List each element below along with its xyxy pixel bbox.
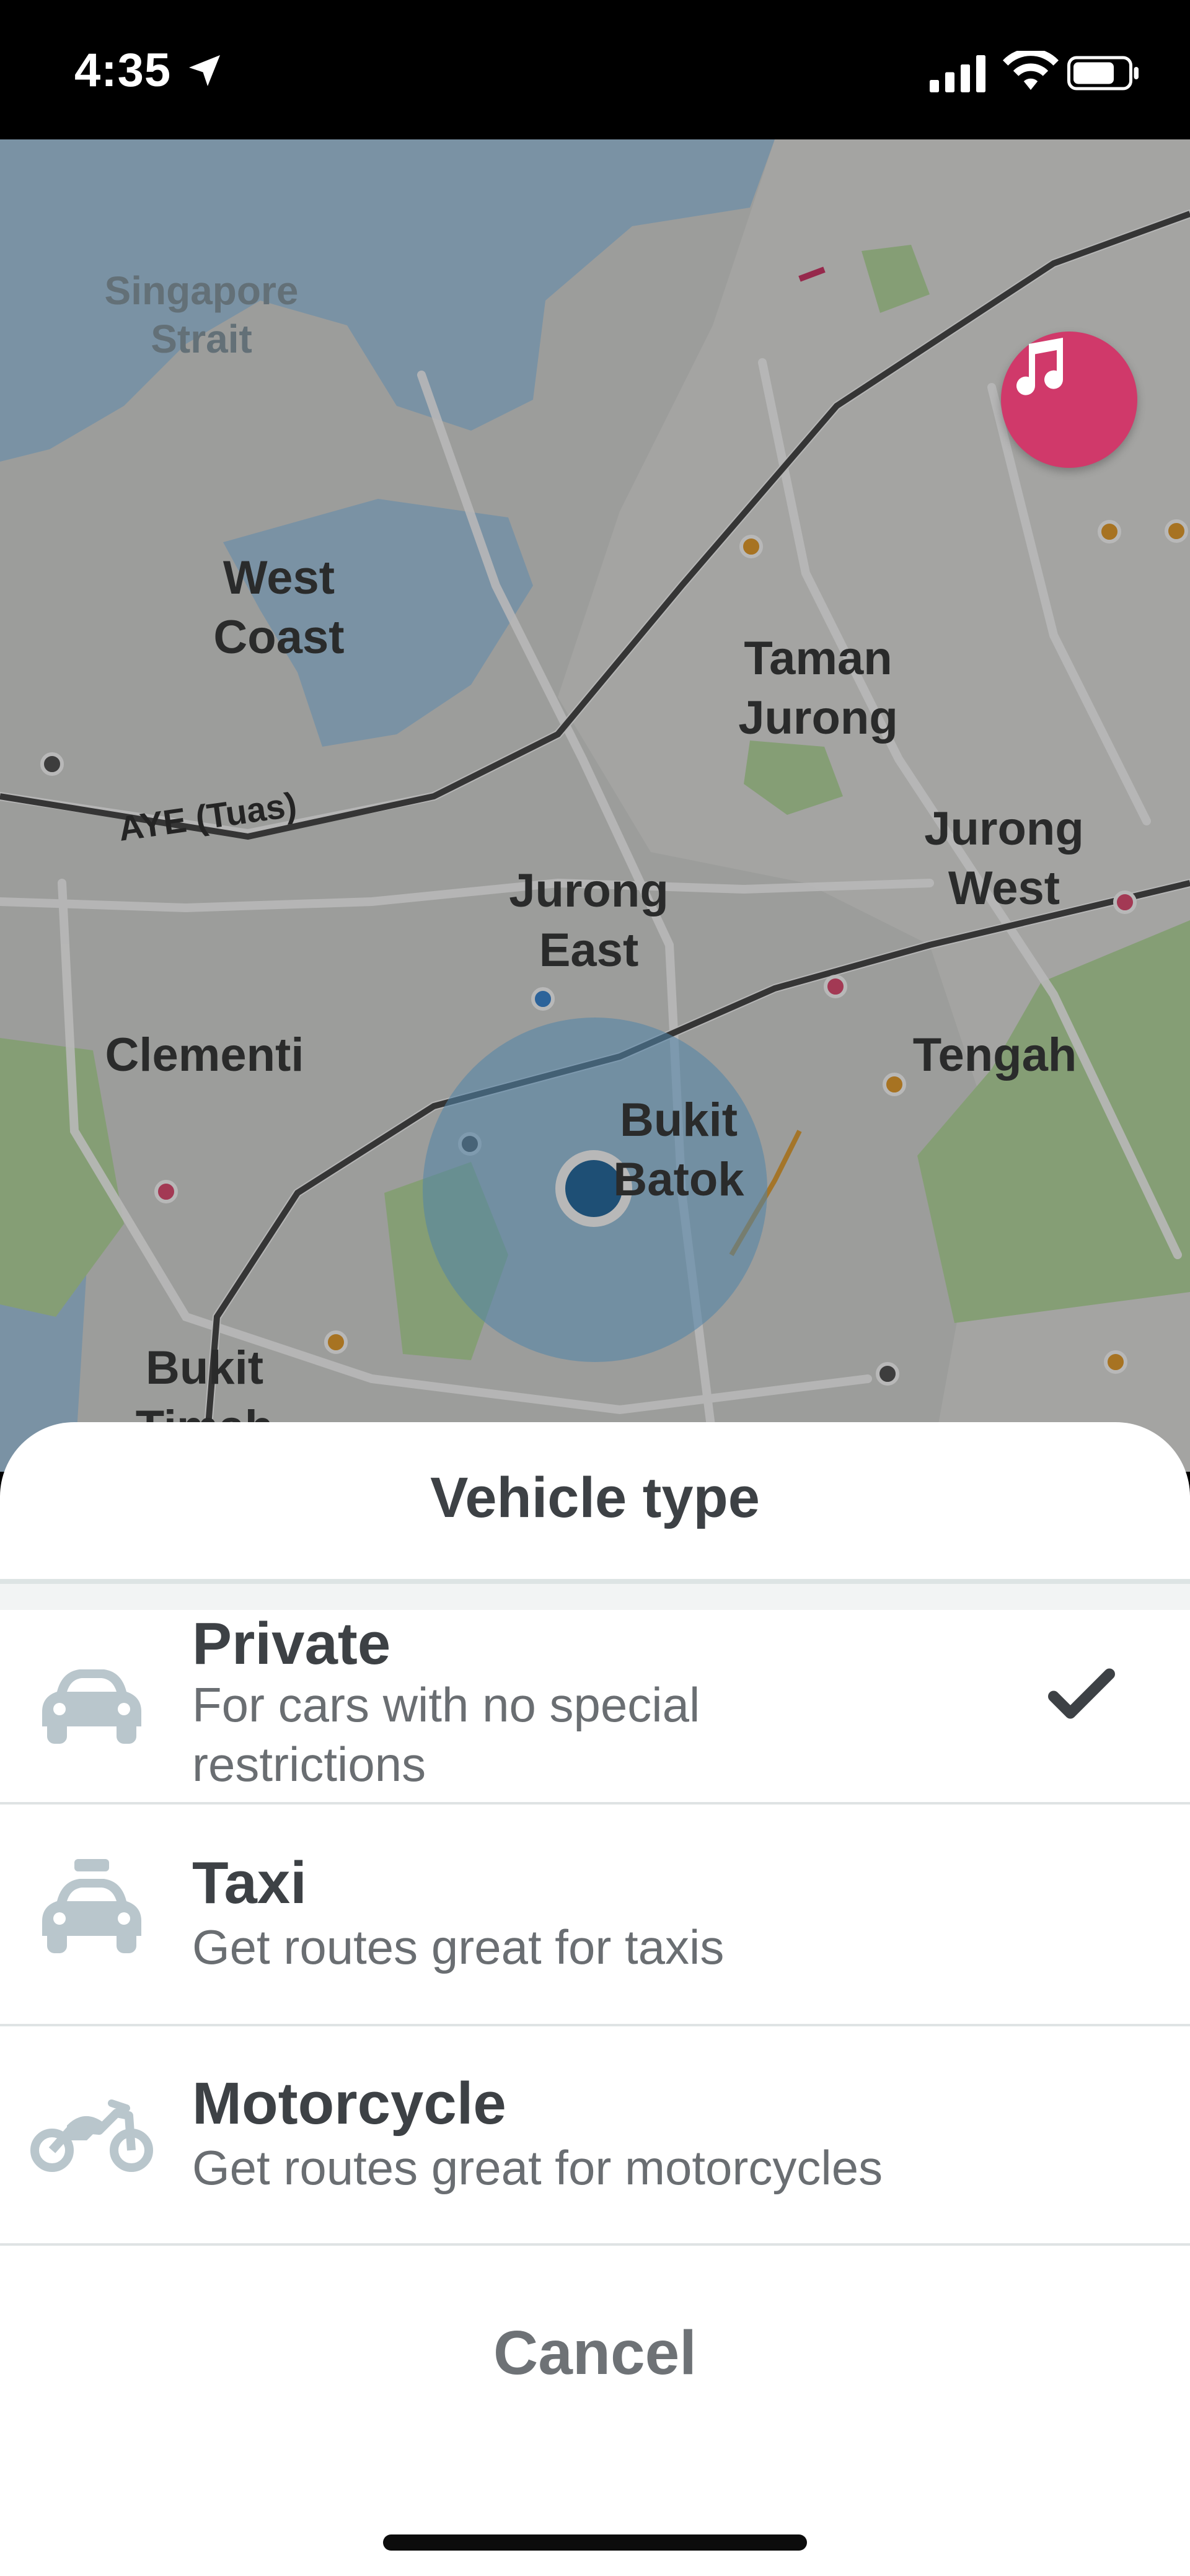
option-title: Motorcycle xyxy=(192,2070,506,2137)
option-description: Get routes great for taxis xyxy=(192,1920,725,1974)
status-bar: 4:35 xyxy=(0,0,1190,139)
music-note-icon xyxy=(1016,338,1064,395)
home-indicator[interactable] xyxy=(383,2534,807,2551)
sheet-header-separator xyxy=(0,1579,1190,1610)
sheet-title: Vehicle type xyxy=(430,1466,760,1529)
option-title: Taxi xyxy=(192,1850,307,1916)
map-view[interactable]: Singapore Strait West Coast Taman Jurong… xyxy=(0,139,1190,1472)
option-description: Get routes great for motorcycles xyxy=(192,2140,883,2195)
music-button[interactable] xyxy=(1001,332,1137,468)
cancel-button[interactable]: Cancel xyxy=(0,2318,1190,2389)
car-icon xyxy=(42,1669,141,1744)
taxi-icon xyxy=(42,1859,141,1953)
battery-icon xyxy=(1067,56,1139,90)
status-time: 4:35 xyxy=(74,44,172,97)
vehicle-option-motorcycle[interactable]: Motorcycle Get routes great for motorcyc… xyxy=(0,2026,1190,2243)
option-divider xyxy=(0,2243,1190,2246)
checkmark-icon xyxy=(1048,1668,1115,1719)
option-description: For cars with no special restrictions xyxy=(192,1677,700,1791)
vehicle-option-private[interactable]: Private For cars with no special restric… xyxy=(0,1610,1190,1802)
option-title: Private xyxy=(192,1611,391,1677)
motorcycle-icon xyxy=(30,2099,153,2172)
wifi-icon xyxy=(1003,51,1059,90)
vehicle-option-taxi[interactable]: Taxi Get routes great for taxis xyxy=(0,1805,1190,2024)
screen: 4:35 Singapore Strait West Coast Taman J… xyxy=(0,0,1190,2576)
cellular-signal-icon xyxy=(930,55,985,92)
location-arrow-icon xyxy=(189,55,220,86)
